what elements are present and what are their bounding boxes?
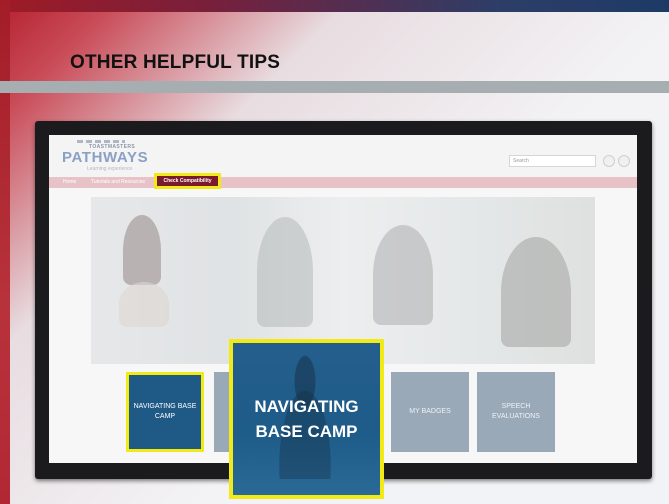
title-divider bbox=[0, 81, 669, 93]
search-input[interactable]: Search bbox=[509, 155, 596, 167]
tile-my-badges[interactable]: MY BADGES bbox=[391, 372, 469, 452]
left-accent-strip bbox=[0, 0, 10, 504]
search-icon[interactable] bbox=[603, 155, 615, 167]
top-accent-strip bbox=[0, 0, 669, 12]
nav-item-home[interactable]: Home bbox=[63, 177, 76, 188]
nav-item-tutorials[interactable]: Tutorials and Resources bbox=[91, 177, 145, 188]
logo-tagline: Learning experience bbox=[87, 166, 133, 172]
site-header: TOASTMASTERS PATHWAYS Learning experienc… bbox=[49, 135, 637, 177]
zoomed-tile-navigating-base-camp[interactable]: NAVIGATING BASE CAMP bbox=[229, 339, 384, 499]
site-nav-bar: Home Tutorials and Resources bbox=[49, 177, 637, 188]
user-icon[interactable] bbox=[618, 155, 630, 167]
nav-item-check-compatibility[interactable]: Check Compatibility bbox=[154, 173, 221, 189]
logo-pathways: PATHWAYS bbox=[62, 149, 149, 166]
logo-dots bbox=[77, 140, 125, 143]
slide-title: OTHER HELPFUL TIPS bbox=[70, 52, 281, 73]
tile-navigating-base-camp[interactable]: NAVIGATING BASE CAMP bbox=[126, 372, 204, 452]
tile-speech-evaluations[interactable]: SPEECH EVALUATIONS bbox=[477, 372, 555, 452]
zoomed-tile-label: NAVIGATING BASE CAMP bbox=[254, 396, 359, 442]
